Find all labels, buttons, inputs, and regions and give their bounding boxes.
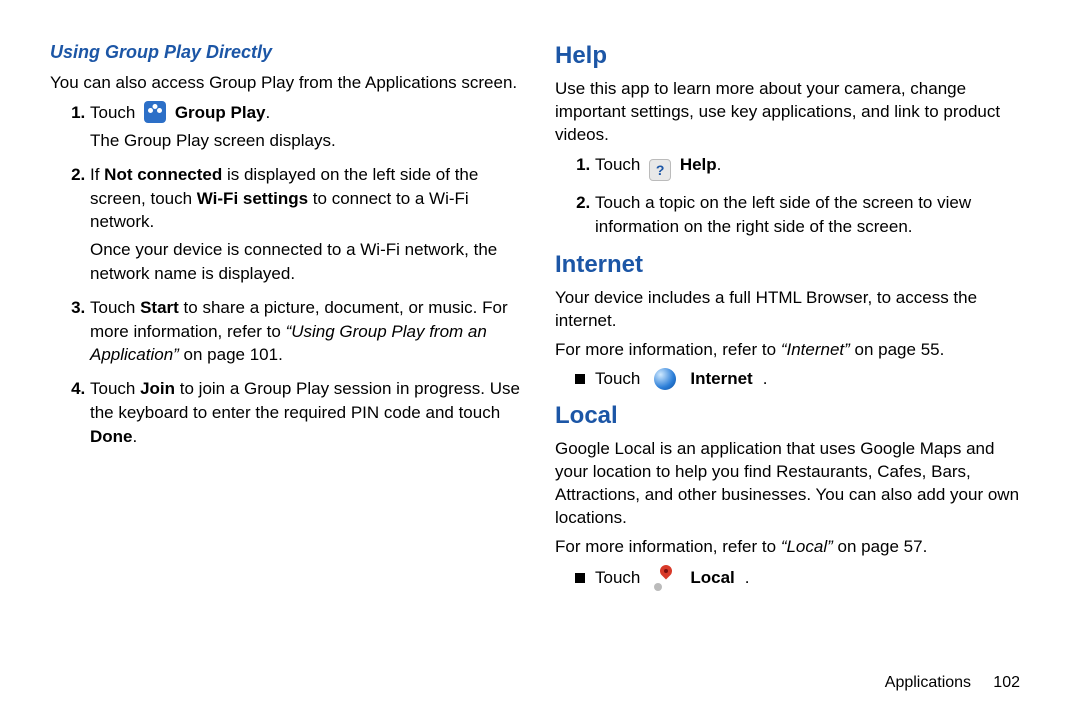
step-2: If Not connected is displayed on the lef… xyxy=(90,163,525,286)
page-columns: Using Group Play Directly You can also a… xyxy=(50,40,1030,601)
help-s1-a: Touch xyxy=(595,155,645,174)
step2-sub: Once your device is connected to a Wi-Fi… xyxy=(90,238,525,286)
internet-more-c: on page 55. xyxy=(850,340,945,359)
internet-more-b: “Internet” xyxy=(781,340,850,359)
step1-a: Touch xyxy=(90,103,140,122)
subhead-using-group-play: Using Group Play Directly xyxy=(50,40,525,64)
step2-b: Not connected xyxy=(104,165,222,184)
help-s1-c: . xyxy=(717,155,722,174)
internet-more: For more information, refer to “Internet… xyxy=(555,339,1030,362)
intro-text: You can also access Group Play from the … xyxy=(50,72,525,95)
footer-page-number: 102 xyxy=(993,674,1020,691)
local-b-b: Local xyxy=(690,568,734,588)
local-more-a: For more information, refer to xyxy=(555,537,781,556)
local-bullet: Touch Local. xyxy=(575,565,1030,591)
step4-d: Done xyxy=(90,427,133,446)
bullet-square-icon xyxy=(575,374,585,384)
internet-b-c: . xyxy=(763,369,768,389)
step1-b: Group Play xyxy=(175,103,266,122)
footer-section: Applications xyxy=(885,674,971,691)
step-1: Touch Group Play. The Group Play screen … xyxy=(90,101,525,153)
step-4: Touch Join to join a Group Play session … xyxy=(90,377,525,448)
step3-e: on page 101. xyxy=(179,345,283,364)
bullet-square-icon xyxy=(575,573,585,583)
local-more: For more information, refer to “Local” o… xyxy=(555,536,1030,559)
step1-sub: The Group Play screen displays. xyxy=(90,129,525,153)
help-step-2: Touch a topic on the left side of the sc… xyxy=(595,191,1030,239)
local-b-a: Touch xyxy=(595,568,640,588)
internet-b-a: Touch xyxy=(595,369,640,389)
local-more-b: “Local” xyxy=(781,537,833,556)
local-icon xyxy=(654,565,676,591)
help-step-1: Touch ? Help. xyxy=(595,153,1030,181)
internet-intro: Your device includes a full HTML Browser… xyxy=(555,287,1030,333)
section-help-title: Help xyxy=(555,40,1030,72)
local-more-c: on page 57. xyxy=(833,537,928,556)
step3-b: Start xyxy=(140,298,179,317)
section-local-title: Local xyxy=(555,400,1030,432)
internet-icon xyxy=(654,368,676,390)
step4-b: Join xyxy=(140,379,175,398)
step3-a: Touch xyxy=(90,298,140,317)
step4-a: Touch xyxy=(90,379,140,398)
help-steps: Touch ? Help. Touch a topic on the left … xyxy=(555,153,1030,239)
group-play-icon xyxy=(144,101,166,123)
right-column: Help Use this app to learn more about yo… xyxy=(555,40,1030,601)
left-column: Using Group Play Directly You can also a… xyxy=(50,40,525,601)
internet-more-a: For more information, refer to xyxy=(555,340,781,359)
step4-e: . xyxy=(133,427,138,446)
help-s1-b: Help xyxy=(680,155,717,174)
step1-c: . xyxy=(266,103,271,122)
group-play-steps: Touch Group Play. The Group Play screen … xyxy=(50,101,525,448)
local-icon-shadow xyxy=(654,583,662,591)
section-internet-title: Internet xyxy=(555,249,1030,281)
step-3: Touch Start to share a picture, document… xyxy=(90,296,525,367)
local-b-c: . xyxy=(745,568,750,588)
page-footer: Applications 102 xyxy=(885,674,1020,692)
internet-b-b: Internet xyxy=(690,369,752,389)
help-icon: ? xyxy=(649,159,671,181)
help-intro: Use this app to learn more about your ca… xyxy=(555,78,1030,147)
step2-d: Wi-Fi settings xyxy=(197,189,308,208)
step2-a: If xyxy=(90,165,104,184)
internet-bullet: Touch Internet. xyxy=(575,368,1030,390)
local-intro: Google Local is an application that uses… xyxy=(555,438,1030,530)
